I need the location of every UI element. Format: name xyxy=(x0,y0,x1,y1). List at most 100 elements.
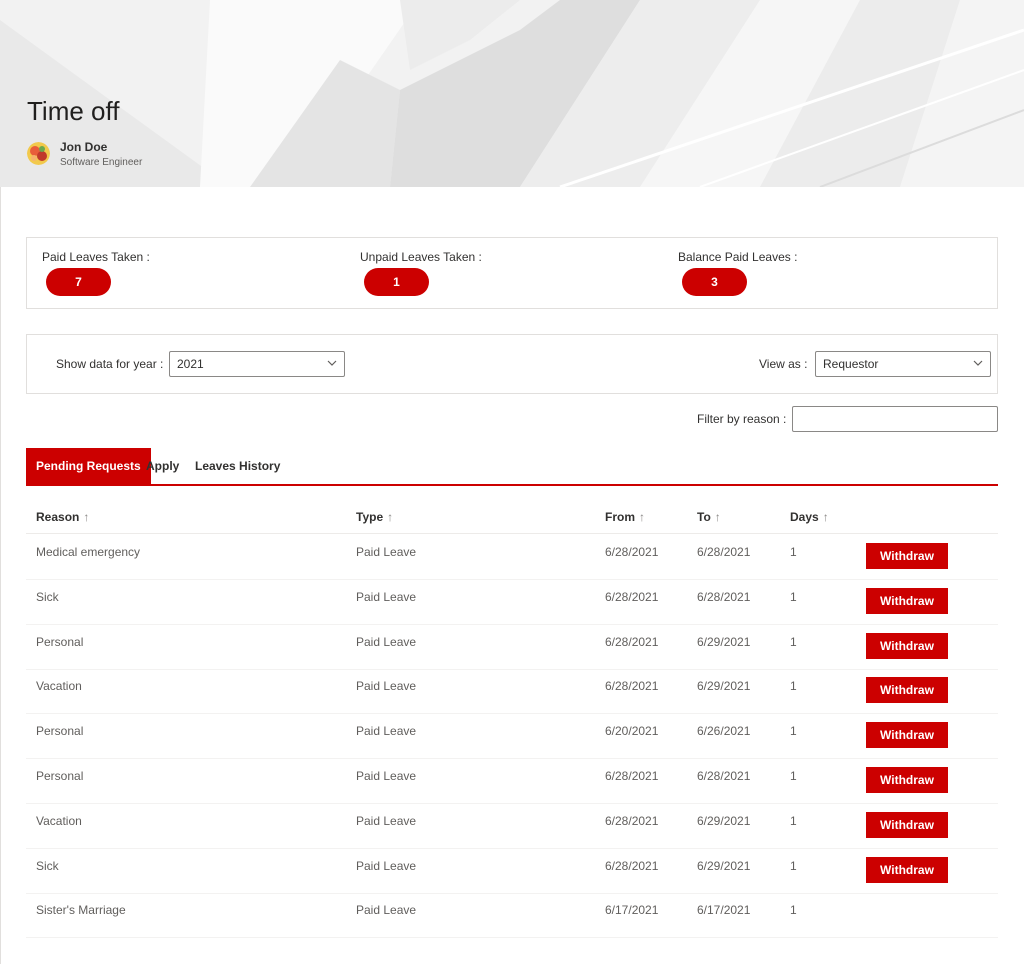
column-header-reason[interactable]: Reason ↑ xyxy=(36,510,89,524)
cell-reason: Vacation xyxy=(36,814,82,828)
cell-reason: Vacation xyxy=(36,679,82,693)
table-row: Medical emergency Paid Leave 6/28/2021 6/28… xyxy=(26,535,998,580)
cell-days: 1 xyxy=(790,724,797,738)
withdraw-button[interactable]: Withdraw xyxy=(866,588,948,614)
withdraw-button[interactable]: Withdraw xyxy=(866,633,948,659)
tab-apply[interactable]: Apply xyxy=(146,448,179,484)
cell-type: Paid Leave xyxy=(356,769,417,783)
cell-type: Paid Leave xyxy=(356,859,417,873)
table-row: Personal Paid Leave 6/20/2021 6/26/2021 1 Wit… xyxy=(26,714,998,759)
cell-to-date: 6/29/2021 xyxy=(697,859,751,873)
view-as-dropdown-value: Requestor xyxy=(823,357,879,371)
cell-reason: Medical emergency xyxy=(36,545,141,559)
withdraw-button[interactable]: Withdraw xyxy=(866,543,948,569)
cell-to-date: 6/29/2021 xyxy=(697,679,751,693)
content-left-border xyxy=(0,187,1,964)
chevron-down-icon xyxy=(327,360,337,366)
tab-pending-requests[interactable]: Pending Requests xyxy=(26,448,151,484)
year-dropdown-value: 2021 xyxy=(177,357,204,371)
view-as-dropdown[interactable]: Requestor xyxy=(815,351,991,377)
stat-value-badge: 1 xyxy=(364,268,429,296)
cell-type: Paid Leave xyxy=(356,679,417,693)
cell-reason: Sick xyxy=(36,590,59,604)
cell-to-date: 6/17/2021 xyxy=(697,903,751,917)
withdraw-button[interactable]: Withdraw xyxy=(866,857,948,883)
table-row: Sister's Marriage Paid Leave 6/17/2021 6/17… xyxy=(26,893,998,938)
column-header-label: Days xyxy=(790,510,819,524)
cell-days: 1 xyxy=(790,590,797,604)
cell-from-date: 6/28/2021 xyxy=(605,679,659,693)
cell-from-date: 6/17/2021 xyxy=(605,903,659,917)
cell-type: Paid Leave xyxy=(356,545,417,559)
column-header-to[interactable]: To ↑ xyxy=(697,510,721,524)
cell-from-date: 6/28/2021 xyxy=(605,635,659,649)
table-row: Vacation Paid Leave 6/28/2021 6/29/2021 1 Wit… xyxy=(26,804,998,849)
cell-days: 1 xyxy=(790,814,797,828)
cell-from-date: 6/28/2021 xyxy=(605,590,659,604)
header-background-image xyxy=(0,0,1024,187)
chevron-down-icon xyxy=(973,360,983,366)
cell-type: Paid Leave xyxy=(356,724,417,738)
cell-days: 1 xyxy=(790,859,797,873)
column-header-label: Reason xyxy=(36,510,80,524)
sort-arrow-icon: ↑ xyxy=(387,510,394,524)
page-title: Time off xyxy=(27,96,120,126)
filters-panel: Show data for year : 2021 View as : Requ… xyxy=(26,334,998,394)
page-header-banner: Time off Jon Doe Software Engineer xyxy=(0,0,1024,187)
tab-leaves-history[interactable]: Leaves History xyxy=(195,448,280,484)
user-role: Software Engineer xyxy=(60,157,143,168)
withdraw-button[interactable]: Withdraw xyxy=(866,677,948,703)
filter-by-reason-label: Filter by reason : xyxy=(697,412,787,426)
stat-value-badge: 3 xyxy=(682,268,747,296)
user-avatar-icon xyxy=(27,142,50,165)
table-row: Sick Paid Leave 6/28/2021 6/29/2021 1 Withdra… xyxy=(26,849,998,894)
cell-to-date: 6/28/2021 xyxy=(697,545,751,559)
table-header-row: Reason ↑ Type ↑ From ↑ To ↑ Days ↑ xyxy=(26,502,998,534)
cell-type: Paid Leave xyxy=(356,814,417,828)
stat-label: Balance Paid Leaves : xyxy=(678,250,798,264)
stat-label: Paid Leaves Taken : xyxy=(42,250,150,264)
cell-type: Paid Leave xyxy=(356,635,417,649)
withdraw-button[interactable]: Withdraw xyxy=(866,812,948,838)
table-row: Personal Paid Leave 6/28/2021 6/29/2021 1 Wit… xyxy=(26,625,998,670)
cell-from-date: 6/28/2021 xyxy=(605,769,659,783)
cell-days: 1 xyxy=(790,679,797,693)
column-header-type[interactable]: Type ↑ xyxy=(356,510,393,524)
filter-by-reason-input[interactable] xyxy=(792,406,998,432)
table-row: Sick Paid Leave 6/28/2021 6/28/2021 1 Withdra… xyxy=(26,580,998,625)
cell-from-date: 6/28/2021 xyxy=(605,859,659,873)
table-row: Vacation Paid Leave 6/28/2021 6/29/2021 1 Wit… xyxy=(26,669,998,714)
cell-days: 1 xyxy=(790,769,797,783)
withdraw-button[interactable]: Withdraw xyxy=(866,722,948,748)
column-header-from[interactable]: From ↑ xyxy=(605,510,645,524)
sort-arrow-icon: ↑ xyxy=(639,510,645,524)
column-header-days[interactable]: Days ↑ xyxy=(790,510,829,524)
cell-from-date: 6/20/2021 xyxy=(605,724,659,738)
column-header-label: From xyxy=(605,510,635,524)
stat-value-badge: 7 xyxy=(46,268,111,296)
cell-reason: Personal xyxy=(36,635,84,649)
cell-from-date: 6/28/2021 xyxy=(605,814,659,828)
cell-reason: Sick xyxy=(36,859,59,873)
cell-to-date: 6/28/2021 xyxy=(697,769,751,783)
withdraw-button[interactable]: Withdraw xyxy=(866,767,948,793)
cell-days: 1 xyxy=(790,545,797,559)
column-header-label: Type xyxy=(356,510,384,524)
stat-label: Unpaid Leaves Taken : xyxy=(360,250,482,264)
tab-bar: Pending Requests Apply Leaves History xyxy=(26,448,998,486)
user-name: Jon Doe xyxy=(60,140,108,154)
sort-arrow-icon: ↑ xyxy=(83,510,90,524)
cell-to-date: 6/29/2021 xyxy=(697,814,751,828)
cell-type: Paid Leave xyxy=(356,590,417,604)
view-as-label: View as : xyxy=(759,357,808,371)
sort-arrow-icon: ↑ xyxy=(714,510,721,524)
cell-to-date: 6/28/2021 xyxy=(697,590,751,604)
table-row: Personal Paid Leave 6/28/2021 6/28/2021 1 Wit… xyxy=(26,759,998,804)
column-header-label: To xyxy=(697,510,711,524)
year-label: Show data for year : xyxy=(56,357,164,371)
cell-from-date: 6/28/2021 xyxy=(605,545,659,559)
sort-arrow-icon: ↑ xyxy=(822,510,829,524)
leave-stats-panel: Paid Leaves Taken : 7 Unpaid Leaves Take… xyxy=(26,237,998,309)
cell-type: Paid Leave xyxy=(356,903,417,917)
year-dropdown[interactable]: 2021 xyxy=(169,351,345,377)
